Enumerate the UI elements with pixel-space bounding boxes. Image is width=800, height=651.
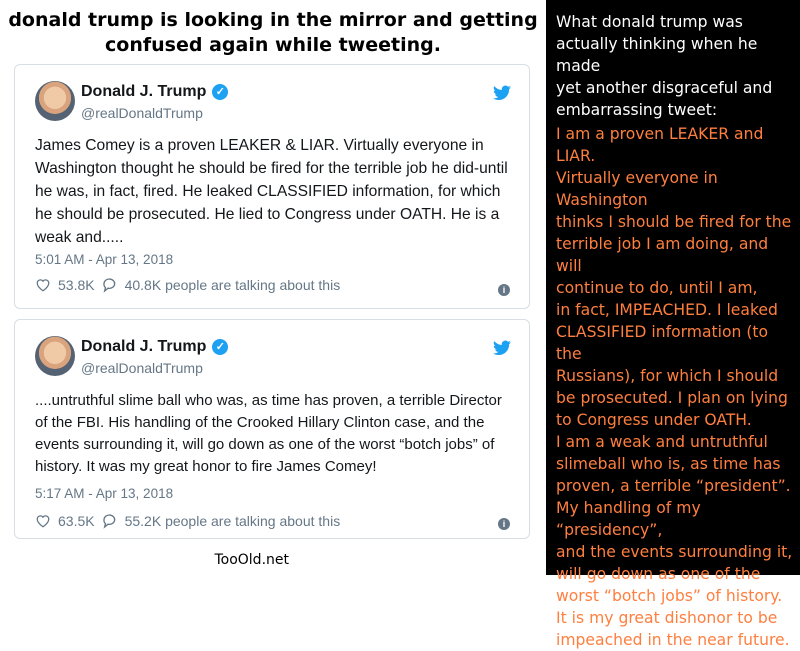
author-name[interactable]: Donald J. Trump ✓ [81,338,229,356]
avatar[interactable] [35,336,75,376]
author-handle[interactable]: @realDonaldTrump [81,105,203,121]
comment-bubble-icon[interactable] [102,513,118,529]
tweet-stats: 63.5K 55.2K people are talking about thi… [35,513,340,529]
right-caption: What donald trump was actually thinking … [556,13,773,119]
author-handle[interactable]: @realDonaldTrump [81,360,203,376]
author-name-text[interactable]: Donald J. Trump [81,83,206,101]
heart-icon[interactable] [35,514,51,528]
tweet-text: ....untruthful slime ball who was, as ti… [35,392,502,475]
talking-count[interactable]: 40.8K people are talking about this [125,277,341,293]
tweet-timestamp[interactable]: 5:01 AM - Apr 13, 2018 [35,252,173,267]
info-icon[interactable]: i [498,284,510,296]
avatar[interactable] [35,81,75,121]
right-panel: What donald trump was actually thinking … [546,0,800,649]
watermark: TooOld.net [212,552,291,568]
info-icon[interactable]: i [498,518,510,530]
tweet-card[interactable]: Donald J. Trump ✓ @realDonaldTrump James… [14,64,530,309]
headline: donald trump is looking in the mirror an… [8,9,538,56]
verified-badge-icon: ✓ [212,84,229,100]
tweet-timestamp[interactable]: 5:17 AM - Apr 13, 2018 [35,486,173,501]
tweet-card[interactable]: Donald J. Trump ✓ @realDonaldTrump ....u… [14,319,530,539]
rewritten-tweet: I am a proven LEAKER and LIAR. Virtually… [556,125,793,649]
tweet-stats: 53.8K 40.8K people are talking about thi… [35,277,340,293]
like-count[interactable]: 53.8K [58,277,95,293]
talking-count[interactable]: 55.2K people are talking about this [125,513,341,529]
tweet-text: James Comey is a proven LEAKER & LIAR. V… [35,137,508,246]
author-name-text[interactable]: Donald J. Trump [81,338,206,356]
twitter-bird-icon[interactable] [493,340,511,356]
heart-icon[interactable] [35,278,51,292]
verified-badge-icon: ✓ [212,339,229,355]
author-name[interactable]: Donald J. Trump ✓ [81,83,229,101]
left-panel: donald trump is looking in the mirror an… [0,0,546,575]
twitter-bird-icon[interactable] [493,85,511,101]
like-count[interactable]: 63.5K [58,513,95,529]
comment-bubble-icon[interactable] [102,277,118,293]
